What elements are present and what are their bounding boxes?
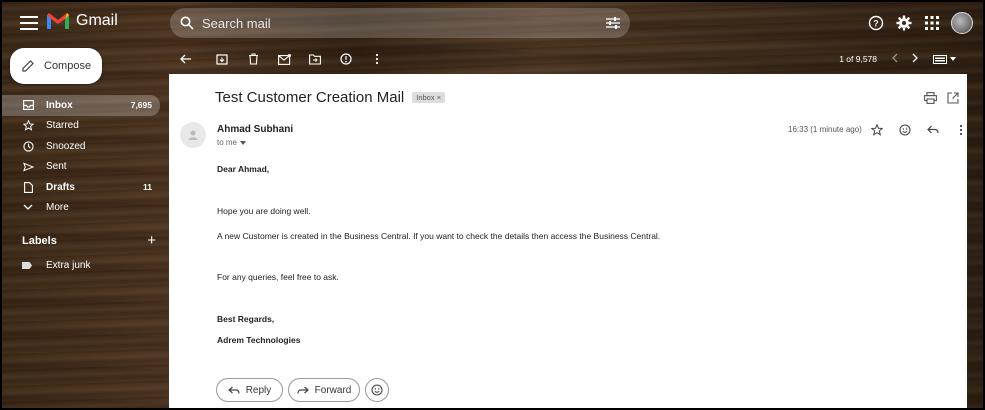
gmail-logo[interactable]: Gmail <box>46 12 118 30</box>
search-input[interactable]: Search mail <box>202 16 606 31</box>
sidebar-label-extra-junk[interactable]: Extra junk <box>22 260 90 271</box>
email-company: Adrem Technologies <box>217 335 301 345</box>
print-icon[interactable] <box>924 91 937 109</box>
sidebar-item-drafts[interactable]: Drafts 11 <box>2 177 160 198</box>
reply-icon <box>227 386 240 394</box>
subject-line: Test Customer Creation Mail Inbox × <box>215 89 446 106</box>
back-arrow-icon[interactable] <box>178 51 194 67</box>
apps-grid-icon[interactable] <box>923 14 941 32</box>
pagination-text: 1 of 9,578 <box>839 54 877 64</box>
sidebar-item-snoozed[interactable]: Snoozed <box>2 136 160 157</box>
input-tools-icon[interactable] <box>933 54 956 64</box>
settings-gear-icon[interactable] <box>895 14 913 32</box>
sidebar-item-label: Sent <box>46 161 67 173</box>
remove-label-icon[interactable]: × <box>437 93 441 102</box>
help-icon[interactable]: ? <box>867 14 885 32</box>
message-actions <box>869 122 969 138</box>
reply-button[interactable]: Reply <box>216 378 283 402</box>
caret-down-icon <box>240 140 247 145</box>
sidebar-item-more[interactable]: More <box>2 198 160 219</box>
reply-icon[interactable] <box>925 122 941 138</box>
inbox-icon <box>22 99 34 111</box>
sidebar-item-starred[interactable]: Starred <box>2 116 160 137</box>
svg-text:?: ? <box>873 19 879 29</box>
star-icon[interactable] <box>869 122 885 138</box>
compose-label: Compose <box>44 60 92 72</box>
inbox-label-chip[interactable]: Inbox × <box>412 92 446 103</box>
sender-avatar[interactable] <box>180 122 206 148</box>
sidebar-item-label: Starred <box>46 120 79 132</box>
recipient-text: to me <box>217 138 238 147</box>
email-greeting: Dear Ahmad, <box>217 164 270 174</box>
sidebar-item-sent[interactable]: Sent <box>2 157 160 178</box>
compose-button[interactable]: Compose <box>10 48 102 84</box>
forward-button[interactable]: Forward <box>288 378 360 402</box>
prev-page-icon[interactable] <box>891 53 898 65</box>
mark-unread-icon[interactable] <box>276 51 292 67</box>
star-icon <box>22 120 34 132</box>
recipient-details[interactable]: to me <box>217 138 247 147</box>
labels-title: Labels <box>22 235 57 247</box>
chevron-down-icon <box>22 202 34 214</box>
message-subject: Test Customer Creation Mail <box>215 89 405 106</box>
sender-name[interactable]: Ahmad Subhani <box>217 124 293 135</box>
email-line-1: Hope you are doing well. <box>217 206 311 216</box>
next-page-icon[interactable] <box>912 53 919 65</box>
more-options-icon[interactable] <box>369 51 385 67</box>
main-menu-icon[interactable] <box>20 16 38 30</box>
message-timestamp: 16:33 (1 minute ago) <box>788 125 862 134</box>
add-label-icon[interactable]: + <box>147 233 156 248</box>
gmail-m-icon <box>47 13 69 29</box>
draft-icon <box>22 181 34 193</box>
draft-count: 11 <box>143 182 152 193</box>
search-icon[interactable] <box>180 16 194 30</box>
clock-icon <box>22 140 34 152</box>
send-icon <box>22 161 34 173</box>
email-line-3: For any queries, feel free to ask. <box>217 272 339 282</box>
open-in-new-window-icon[interactable] <box>947 91 959 109</box>
message-toolbar: 1 of 9,578 <box>168 44 966 74</box>
search-options-icon[interactable] <box>606 17 620 29</box>
label-name: Extra junk <box>46 260 91 271</box>
app-name: Gmail <box>76 12 118 29</box>
forward-label: Forward <box>314 384 352 396</box>
trash-icon[interactable] <box>245 51 261 67</box>
labels-header: Labels + <box>22 233 156 248</box>
pencil-icon <box>22 60 34 72</box>
more-options-icon[interactable] <box>953 122 969 138</box>
label-tag-icon <box>22 262 32 269</box>
search-bar[interactable]: Search mail <box>170 8 630 38</box>
app-frame: Gmail Search mail ? Compose Inbox 7,695 … <box>2 2 983 408</box>
message-panel: Test Customer Creation Mail Inbox × Ahma… <box>169 74 967 408</box>
account-avatar[interactable] <box>951 12 973 34</box>
sidebar-nav: Inbox 7,695 Starred Snoozed Sent Drafts … <box>2 95 160 218</box>
move-to-folder-icon[interactable] <box>307 51 323 67</box>
sidebar-item-inbox[interactable]: Inbox 7,695 <box>2 95 160 116</box>
email-line-2: A new Customer is created in the Busines… <box>217 231 661 241</box>
header-actions: ? <box>867 12 973 34</box>
sidebar-item-label: Drafts <box>46 181 75 193</box>
reply-label: Reply <box>245 384 272 396</box>
chip-label: Inbox <box>416 93 435 102</box>
report-spam-icon[interactable] <box>338 51 354 67</box>
toolbar-right: 1 of 9,578 <box>839 44 956 74</box>
sidebar-item-label: Snoozed <box>46 140 86 152</box>
unread-count: 7,695 <box>130 100 152 111</box>
sidebar-item-label: Inbox <box>46 99 73 111</box>
emoji-react-icon[interactable] <box>897 122 913 138</box>
email-signoff: Best Regards, <box>217 314 275 324</box>
emoji-react-button[interactable] <box>365 378 389 402</box>
emoji-icon <box>371 384 383 396</box>
sidebar-item-label: More <box>46 202 69 214</box>
archive-icon[interactable] <box>214 51 230 67</box>
forward-icon <box>297 386 309 394</box>
